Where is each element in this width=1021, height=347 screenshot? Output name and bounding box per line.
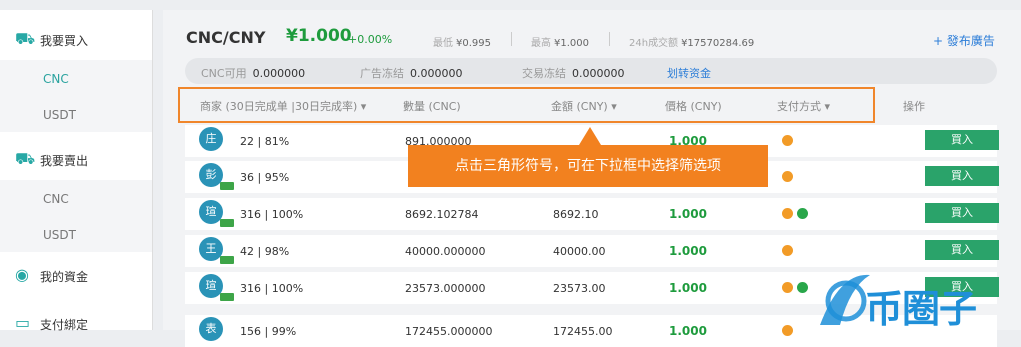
stat-label: 最低 [433, 38, 453, 49]
card-icon: ▭ [15, 313, 31, 332]
coin-icon: ◉ [15, 265, 29, 284]
merchant-stats: 36 | 95% [240, 171, 290, 184]
wechat-pay-icon [782, 171, 793, 182]
nav-buy-label: 我要買入 [40, 34, 89, 48]
merchant-stats: 42 | 98% [240, 245, 290, 258]
nav-funds[interactable]: ◉ 我的資金 [0, 254, 152, 294]
balance-label: 交易冻结 [522, 67, 566, 80]
balance-available: CNC可用 0.000000 [201, 65, 305, 81]
merchant-stats: 156 | 99% [240, 325, 297, 338]
balance-value: 0.000000 [252, 67, 306, 80]
quantity: 40000.000000 [405, 245, 486, 258]
verified-badge [220, 293, 234, 301]
stat-value: ¥17570284.69 [681, 38, 755, 49]
watermark-text: 币圈子 [865, 287, 977, 331]
divider [511, 32, 512, 46]
sidebar: ⛟ 我要買入 CNC USDT ⛟ 我要賣出 CNC USDT ◉ 我的資金 ▭… [0, 10, 153, 332]
nav-payment[interactable]: ▭ 支付綁定 [0, 302, 152, 342]
amount-filter[interactable]: 金額 (CNY) ▾ [551, 98, 617, 114]
balance-value: 0.000000 [572, 67, 625, 80]
wechat-pay-icon [782, 282, 793, 293]
price-change: +0.00% [348, 33, 393, 46]
nav-buy-usdt[interactable]: USDT [0, 96, 152, 132]
table-row: 王 42 | 98% 40000.000000 40000.00 1.000 買… [185, 235, 999, 267]
merchant-stats: 22 | 81% [240, 135, 290, 148]
current-price: ¥1.000 [286, 26, 352, 46]
quantity: 8692.102784 [405, 208, 479, 221]
stat-value: ¥0.995 [456, 38, 491, 49]
wechat-pay-icon [782, 325, 793, 336]
amount: 23573.00 [553, 282, 606, 295]
nav-label: CNC [43, 192, 69, 206]
table-row: 瑄 316 | 100% 8692.102784 8692.10 1.000 買… [185, 198, 999, 230]
publish-ad-button[interactable]: + 發布廣告 [933, 32, 995, 49]
wechat-pay-icon [782, 135, 793, 146]
balance-bar: CNC可用 0.000000 广告冻结 0.000000 交易冻结 0.000000 … [185, 58, 997, 84]
price: 1.000 [669, 207, 707, 221]
transfer-funds-link[interactable]: 划转资金 [667, 65, 711, 81]
nav-payment-label: 支付綁定 [40, 318, 89, 332]
tooltip-arrow [579, 127, 601, 145]
avatar: 表 [199, 317, 223, 341]
high-stat: 最高 ¥1.000 [531, 34, 589, 49]
cart-icon: ⛟ [15, 149, 36, 168]
stat-label: 最高 [531, 38, 551, 49]
quantity: 23573.000000 [405, 282, 486, 295]
price: 1.000 [669, 244, 707, 258]
quantity-header: 數量 (CNC) [403, 100, 461, 113]
nav-sell[interactable]: ⛟ 我要賣出 [0, 138, 152, 178]
amount: 40000.00 [553, 245, 606, 258]
nav-sell-usdt[interactable]: USDT [0, 216, 152, 252]
quantity: 172455.000000 [405, 325, 493, 338]
verified-badge [220, 256, 234, 264]
verified-badge [220, 182, 234, 190]
buy-button[interactable]: 買入 [925, 166, 999, 186]
price-header: 價格 (CNY) [665, 100, 722, 113]
pair-title: CNC/CNY [186, 28, 266, 47]
balance-label: 广告冻结 [360, 67, 404, 80]
cart-icon: ⛟ [15, 29, 36, 48]
divider [609, 32, 610, 46]
nav-funds-label: 我的資金 [40, 270, 89, 284]
nav-label: USDT [43, 108, 76, 122]
low-stat: 最低 ¥0.995 [433, 34, 491, 49]
alipay-icon [797, 282, 808, 293]
merchant-stats: 316 | 100% [240, 282, 304, 295]
balance-value: 0.000000 [410, 67, 463, 80]
stat-value: ¥1.000 [554, 38, 589, 49]
nav-label: USDT [43, 228, 76, 242]
nav-label: CNC [43, 72, 69, 86]
volume-stat: 24h成交额 ¥17570284.69 [629, 34, 754, 49]
table-header: 商家 (30日完成单 |30日完成率) ▾ 數量 (CNC) 金額 (CNY) … [163, 92, 1021, 118]
nav-sell-label: 我要賣出 [40, 154, 89, 168]
stat-label: 24h成交额 [629, 38, 679, 49]
price: 1.000 [669, 281, 707, 295]
balance-label: CNC可用 [201, 67, 247, 80]
filter-tooltip: 点击三角形符号，可在下拉框中选择筛选项 [408, 145, 768, 187]
avatar: 庄 [199, 127, 223, 151]
price: 1.000 [669, 324, 707, 338]
buy-button[interactable]: 買入 [925, 240, 999, 260]
payment-filter[interactable]: 支付方式 ▾ [777, 98, 830, 114]
balance-ad-frozen: 广告冻结 0.000000 [360, 65, 463, 81]
wechat-pay-icon [782, 208, 793, 219]
wechat-pay-icon [782, 245, 793, 256]
balance-trade-frozen: 交易冻结 0.000000 [522, 65, 625, 81]
nav-buy[interactable]: ⛟ 我要買入 [0, 18, 152, 58]
buy-button[interactable]: 買入 [925, 130, 999, 150]
nav-buy-cnc[interactable]: CNC [0, 60, 152, 96]
operation-header: 操作 [903, 100, 925, 113]
amount: 8692.10 [553, 208, 599, 221]
verified-badge [220, 219, 234, 227]
buy-button[interactable]: 買入 [925, 203, 999, 223]
nav-sell-cnc[interactable]: CNC [0, 180, 152, 216]
alipay-icon [797, 208, 808, 219]
merchant-stats: 316 | 100% [240, 208, 304, 221]
merchant-filter[interactable]: 商家 (30日完成单 |30日完成率) ▾ [200, 98, 366, 114]
amount: 172455.00 [553, 325, 613, 338]
